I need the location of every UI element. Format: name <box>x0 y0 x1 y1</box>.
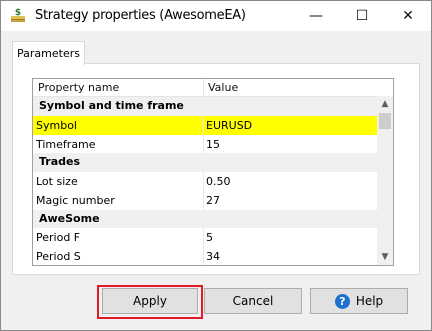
property-name: Period F <box>36 231 81 245</box>
help-button-label: Help <box>355 294 384 308</box>
column-header-property-name[interactable]: Property name <box>38 81 119 94</box>
property-name: Timeframe <box>36 137 96 151</box>
section-label: Trades <box>39 155 81 169</box>
column-divider[interactable] <box>203 79 204 96</box>
window-title: Strategy properties (AwesomeEA) <box>35 8 246 23</box>
section-label: Symbol and time frame <box>39 99 184 112</box>
triangle-down-icon: ▼ <box>381 252 389 262</box>
column-header-value[interactable]: Value <box>208 81 238 94</box>
section-label: AweSome <box>39 211 100 225</box>
property-row[interactable]: Timeframe 15 <box>33 134 377 154</box>
grid-rows: Symbol and time frame Symbol EURUSD Time… <box>33 97 377 265</box>
section-row[interactable]: Trades <box>33 153 377 172</box>
triangle-up-icon: ▲ <box>381 99 389 109</box>
close-icon: ✕ <box>402 8 414 24</box>
property-row[interactable]: Period S 34 <box>33 247 377 265</box>
apply-button[interactable]: Apply <box>102 288 198 314</box>
cancel-button-label: Cancel <box>232 294 274 308</box>
close-button[interactable]: ✕ <box>385 1 431 31</box>
cancel-button[interactable]: Cancel <box>204 288 302 314</box>
property-grid: Property name Value Symbol and time fram… <box>32 78 394 266</box>
property-value[interactable]: 5 <box>206 231 213 244</box>
property-value[interactable]: 34 <box>206 250 220 263</box>
scroll-up-button[interactable]: ▲ <box>377 96 393 112</box>
vertical-scrollbar[interactable]: ▲ ▼ <box>377 96 393 265</box>
minimize-icon: — <box>309 8 323 24</box>
dollar-coins-icon: $ <box>9 7 27 25</box>
section-row[interactable]: AweSome <box>33 209 377 229</box>
property-value[interactable]: 0.50 <box>206 175 231 188</box>
property-name: Magic number <box>36 193 115 207</box>
scroll-thumb[interactable] <box>379 113 391 129</box>
minimize-button[interactable]: — <box>293 1 339 31</box>
property-value[interactable]: EURUSD <box>206 119 252 132</box>
svg-text:$: $ <box>15 8 21 18</box>
tab-parameters[interactable]: Parameters <box>12 41 85 65</box>
property-value[interactable]: 27 <box>206 194 220 207</box>
scroll-down-button[interactable]: ▼ <box>377 249 393 265</box>
maximize-button[interactable]: ☐ <box>339 1 385 31</box>
question-circle-icon: ? <box>334 293 350 309</box>
title-bar[interactable]: $ Strategy properties (AwesomeEA) — ☐ ✕ <box>1 1 431 31</box>
property-name: Lot size <box>36 175 78 188</box>
maximize-icon: ☐ <box>355 8 369 24</box>
property-row[interactable]: Period F 5 <box>33 228 377 247</box>
property-row[interactable]: Lot size 0.50 <box>33 172 377 191</box>
property-name: Symbol <box>36 118 77 132</box>
property-name: Period S <box>36 250 81 263</box>
apply-button-label: Apply <box>133 294 167 308</box>
tab-parameters-label: Parameters <box>17 47 80 60</box>
property-value[interactable]: 15 <box>206 138 220 151</box>
section-row[interactable]: Symbol and time frame <box>33 97 377 116</box>
property-row[interactable]: Magic number 27 <box>33 190 377 210</box>
grid-header: Property name Value <box>33 79 393 97</box>
help-button[interactable]: ? Help <box>310 288 408 314</box>
property-row[interactable]: Symbol EURUSD <box>33 115 377 135</box>
